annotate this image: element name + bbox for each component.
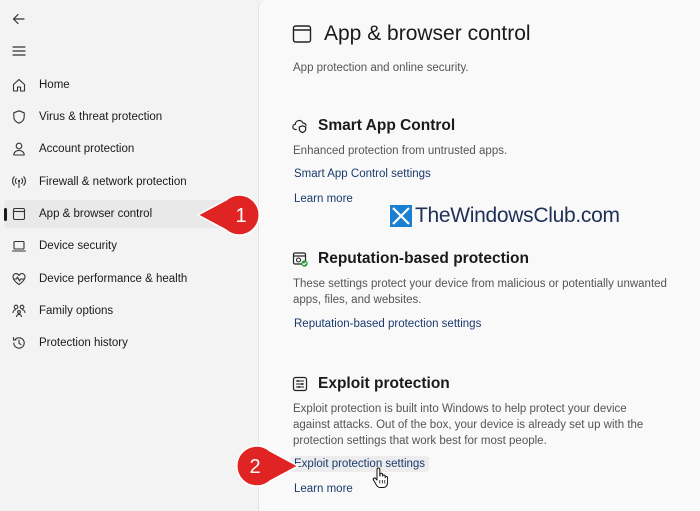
section-description-line: Exploit protection is built into Windows…	[293, 403, 627, 415]
smart-app-control-settings-link[interactable]: Smart App Control settings	[294, 168, 431, 180]
sidebar-item-account-protection[interactable]: Account protection	[4, 135, 254, 163]
heart-pulse-icon	[10, 270, 28, 288]
selection-indicator	[4, 208, 7, 221]
exploit-protection-settings-link[interactable]: Exploit protection settings	[290, 456, 430, 472]
learn-more-link[interactable]: Learn more	[294, 483, 353, 495]
sidebar-item-home[interactable]: Home	[4, 71, 254, 99]
page-title-icon	[292, 24, 312, 49]
section-title-smart-app-control: Smart App Control	[318, 117, 456, 134]
cloud-shield-icon	[292, 117, 309, 139]
back-arrow-icon[interactable]	[10, 10, 28, 28]
section-title-exploit-protection: Exploit protection	[318, 375, 450, 392]
section-description-line: apps, files, and websites.	[293, 294, 422, 306]
exploit-icon	[292, 376, 308, 397]
person-icon	[10, 140, 28, 158]
page-subtitle: App protection and online security.	[293, 62, 469, 74]
sidebar-item-family-options[interactable]: Family options	[4, 297, 254, 325]
sidebar-item-label: Virus & threat protection	[39, 111, 163, 123]
windows-logo-icon	[390, 205, 412, 227]
home-icon	[10, 76, 28, 94]
callout-number: 1	[235, 205, 246, 227]
main-content: App & browser control App protection and…	[258, 0, 700, 511]
callout-number: 2	[249, 456, 260, 478]
watermark: TheWindowsClub.com	[390, 204, 620, 228]
laptop-icon	[10, 237, 28, 255]
page-title: App & browser control	[324, 22, 531, 45]
hand-cursor-icon	[372, 467, 389, 494]
antenna-icon	[10, 173, 28, 191]
callout-badge-2: 2	[236, 445, 299, 487]
sidebar-item-virus-threat-protection[interactable]: Virus & threat protection	[4, 103, 254, 131]
learn-more-link[interactable]: Learn more	[294, 193, 353, 205]
callout-badge-1: 1	[197, 194, 260, 236]
section-title-reputation-based-protection: Reputation-based protection	[318, 250, 529, 267]
reputation-based-protection-settings-link[interactable]: Reputation-based protection settings	[294, 318, 481, 330]
sidebar-item-label: Device performance & health	[39, 273, 188, 285]
watermark-text: TheWindowsClub.com	[415, 204, 620, 227]
sidebar-item-label: App & browser control	[39, 208, 153, 220]
history-icon	[10, 334, 28, 352]
sidebar-item-label: Account protection	[39, 143, 135, 155]
section-description-line: against attacks. Out of the box, your de…	[293, 419, 644, 431]
reputation-icon	[292, 251, 309, 273]
sidebar-item-label: Firewall & network protection	[39, 176, 187, 188]
sidebar-item-device-performance-health[interactable]: Device performance & health	[4, 265, 254, 293]
sidebar-item-label: Protection history	[39, 337, 128, 349]
sidebar-item-protection-history[interactable]: Protection history	[4, 329, 254, 357]
section-description-line: These settings protect your device from …	[293, 278, 667, 290]
sidebar-item-label: Home	[39, 79, 70, 91]
sidebar: Home Virus & threat protection Account p…	[0, 0, 258, 511]
family-icon	[10, 302, 28, 320]
app-window-icon	[10, 205, 28, 223]
section-description: Enhanced protection from untrusted apps.	[293, 145, 508, 157]
shield-icon	[10, 108, 28, 126]
section-description-line: protection settings that work best for m…	[293, 435, 547, 447]
hamburger-menu-icon[interactable]	[10, 42, 28, 60]
sidebar-item-label: Family options	[39, 305, 114, 317]
sidebar-item-label: Device security	[39, 240, 117, 252]
